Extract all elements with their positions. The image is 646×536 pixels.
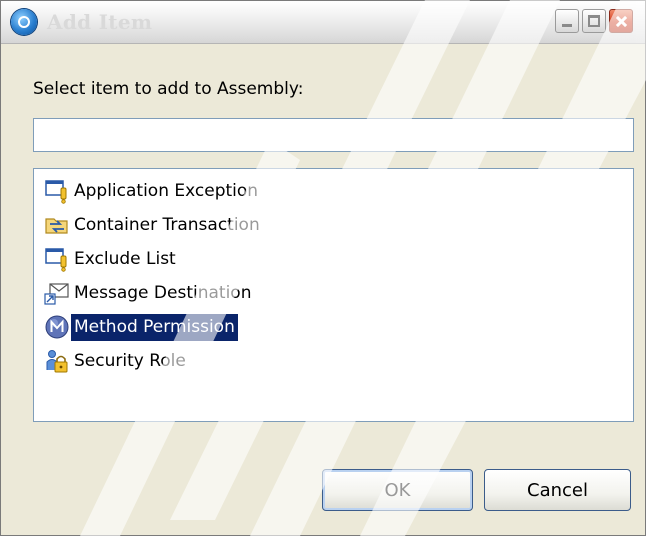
list-item[interactable]: Exclude List [44,244,179,274]
add-item-dialog: Add Item Select item to add to Assembly:… [0,0,646,536]
minimize-icon[interactable] [555,9,579,33]
ok-button[interactable]: OK [322,469,473,511]
list-item-label: Container Transaction [74,214,260,235]
maximize-icon[interactable] [582,9,606,33]
close-icon[interactable] [609,9,633,33]
item-list[interactable]: Application Exception Container Transact… [33,168,634,422]
list-item-label: Method Permission [71,313,238,341]
security-role-icon [44,348,70,374]
list-item-label: Exclude List [74,248,176,269]
list-item[interactable]: Security Role [44,346,189,376]
dialog-app-icon [11,9,37,35]
list-item-label: Message Destination [74,282,252,303]
title-bar[interactable]: Add Item [1,1,645,44]
list-item[interactable]: Method Permission [44,312,238,342]
method-permission-icon [44,314,70,340]
list-item[interactable]: Application Exception [44,176,261,206]
list-item[interactable]: Message Destination [44,278,254,308]
prompt-label: Select item to add to Assembly: [33,79,304,99]
list-item-label: Application Exception [74,180,259,201]
window-title: Add Item [47,10,153,34]
cancel-button[interactable]: Cancel [484,469,631,511]
container-transaction-icon [44,212,70,238]
message-destination-icon [44,280,70,306]
exclude-list-icon [44,246,70,272]
exception-icon [44,178,70,204]
list-item-label: Security Role [74,350,186,371]
filter-input[interactable] [33,118,634,152]
list-item[interactable]: Container Transaction [44,210,263,240]
